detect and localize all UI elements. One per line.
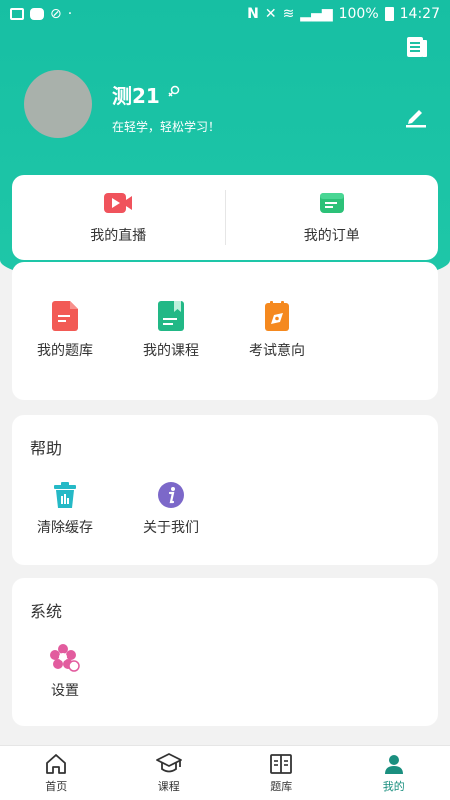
settings-flower-icon [50,644,80,672]
quick-actions-card: 我的直播 我的订单 [12,175,438,260]
exam-intent-button[interactable]: 考试意向 [224,300,330,360]
username: 测21 [112,84,160,108]
my-question-bank-label: 我的题库 [37,343,93,359]
question-bank-nav-icon [270,754,293,774]
clear-cache-label: 清除缓存 [37,520,93,536]
video-camera-icon [104,192,133,213]
system-title: 系统 [30,602,63,621]
nav-mine-label: 我的 [382,780,405,793]
nfc-icon: N [247,6,259,22]
wifi-icon: ≋ [282,6,295,22]
my-courses-label: 我的课程 [143,343,199,359]
graduation-cap-icon [155,753,182,773]
user-icon [384,755,403,774]
my-orders-button[interactable]: 我的订单 [226,175,439,260]
my-live-label: 我的直播 [90,227,147,244]
clear-cache-icon [54,482,76,508]
question-bank-icon [52,301,78,331]
nav-home[interactable]: 首页 [0,746,113,800]
nav-question-bank-label: 题库 [270,780,293,793]
signal-icon: ▂▄▆ [300,6,333,22]
system-card: 系统 设置 [12,578,438,726]
course-book-icon [158,301,184,331]
gallery-icon [10,8,24,20]
clock: 14:27 [399,6,440,22]
my-items-card: 我的题库 我的课程 考试意向 [12,262,438,400]
nav-mine[interactable]: 我的 [338,746,450,800]
about-us-label: 关于我们 [143,520,199,536]
notes-icon[interactable] [406,36,428,58]
nav-courses[interactable]: 课程 [113,746,226,800]
battery-percent: 100% [338,6,379,22]
settings-button[interactable]: 设置 [12,644,118,700]
nav-home-label: 首页 [45,780,68,793]
nav-courses-label: 课程 [157,780,180,793]
home-icon [46,754,67,774]
about-us-button[interactable]: 关于我们 [118,481,224,537]
order-list-icon [319,192,344,213]
my-orders-label: 我的订单 [303,227,360,244]
avatar[interactable] [24,70,92,138]
dot-icon: · [67,6,73,22]
profile-slogan: 在轻学，轻松学习！ [112,120,221,134]
my-question-bank-button[interactable]: 我的题库 [12,300,118,360]
exam-intent-label: 考试意向 [249,343,305,359]
clear-cache-button[interactable]: 清除缓存 [12,481,118,537]
my-live-button[interactable]: 我的直播 [12,175,225,260]
mute-icon: ✕ [264,6,277,22]
edit-profile-icon[interactable] [404,104,428,128]
exam-intent-icon [265,301,289,331]
battery-icon [384,7,394,21]
nav-question-bank[interactable]: 题库 [225,746,338,800]
status-bar: ⊘ · N ✕ ≋ ▂▄▆ 100% 14:27 [0,0,450,28]
about-info-icon [158,482,184,508]
help-title: 帮助 [30,439,63,458]
my-courses-button[interactable]: 我的课程 [118,300,224,360]
bottom-nav: 首页 课程 题库 我的 [0,745,450,800]
link-icon: ⊘ [50,6,62,22]
app-icon [30,8,44,20]
help-card: 帮助 清除缓存 关于我们 [12,415,438,565]
gender-icon [168,85,180,97]
settings-label: 设置 [51,683,79,699]
